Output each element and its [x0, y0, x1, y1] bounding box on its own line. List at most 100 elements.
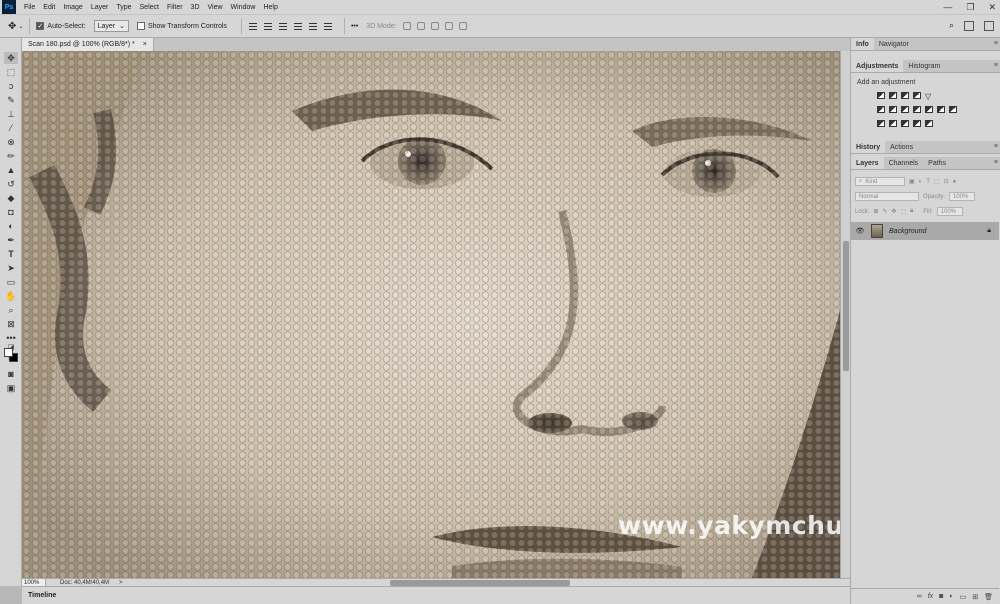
brush-tool-icon[interactable]: ✏: [4, 150, 18, 162]
filter-adjustment-icon[interactable]: ◐: [919, 179, 923, 185]
posterize-icon[interactable]: [889, 120, 897, 127]
crop-tool-icon[interactable]: ⊥: [4, 108, 18, 120]
align-right-icon[interactable]: [323, 22, 333, 31]
move-tool-icon[interactable]: ✥: [4, 52, 18, 64]
align-top-icon[interactable]: [248, 22, 258, 31]
tab-history[interactable]: History: [851, 141, 886, 153]
tab-channels[interactable]: Channels: [884, 157, 924, 169]
tab-histogram[interactable]: Histogram: [903, 60, 945, 72]
tab-paths[interactable]: Paths: [923, 157, 951, 169]
status-menu-arrow[interactable]: >: [119, 580, 123, 586]
workspace-icon[interactable]: [964, 20, 974, 31]
menu-select[interactable]: Select: [140, 4, 159, 11]
fx-icon[interactable]: fx: [928, 593, 933, 600]
quick-mask-icon[interactable]: ◙: [4, 368, 18, 380]
levels-icon[interactable]: [889, 92, 897, 99]
filter-toggle-icon[interactable]: ●: [953, 179, 957, 185]
visibility-eye-icon[interactable]: 👁︎: [855, 227, 865, 235]
mask-icon[interactable]: ◙: [939, 593, 943, 600]
vertical-scrollbar[interactable]: [840, 51, 850, 578]
layer-name[interactable]: Background: [889, 228, 926, 235]
menu-file[interactable]: File: [24, 4, 35, 11]
black-white-icon[interactable]: [901, 106, 909, 113]
menu-edit[interactable]: Edit: [43, 4, 55, 11]
auto-select-target-dropdown[interactable]: Layer ⌄: [93, 20, 129, 32]
tool-preset-chevron-icon[interactable]: ⌄: [18, 23, 23, 30]
filter-shape-icon[interactable]: ⬚: [934, 178, 940, 185]
auto-select-checkbox[interactable]: ✓: [36, 22, 45, 30]
channel-mixer-icon[interactable]: [925, 106, 933, 113]
move-tool-icon[interactable]: ✥: [8, 21, 16, 32]
lock-icon[interactable]: 🔒︎: [987, 227, 991, 235]
tab-adjustments[interactable]: Adjustments: [851, 60, 904, 72]
document-tab[interactable]: Scan 180.psd @ 100% (RGB/8*) * ×: [22, 38, 154, 51]
menu-image[interactable]: Image: [63, 4, 82, 11]
lasso-tool-icon[interactable]: ↄ: [4, 80, 18, 92]
close-icon[interactable]: ×: [143, 41, 147, 48]
quick-select-tool-icon[interactable]: ✎: [4, 94, 18, 106]
adjustment-layer-icon[interactable]: ◐: [949, 593, 953, 600]
panel-menu-icon[interactable]: ≡: [994, 159, 998, 166]
menu-filter[interactable]: Filter: [167, 4, 183, 11]
new-layer-icon[interactable]: ⊞: [972, 593, 978, 601]
screen-mode-icon[interactable]: ▣: [4, 382, 18, 394]
photo-filter-icon[interactable]: [913, 106, 921, 113]
eraser-tool-icon[interactable]: ◆: [4, 192, 18, 204]
foreground-color-swatch[interactable]: [4, 348, 13, 357]
layer-kind-filter[interactable]: ⌕ Kind: [855, 177, 905, 186]
opacity-field[interactable]: 100%: [949, 192, 976, 201]
vertical-scroll-thumb[interactable]: [843, 241, 849, 371]
grid-lookup-icon[interactable]: [949, 106, 957, 113]
show-transform-checkbox[interactable]: [136, 22, 145, 30]
align-left-icon[interactable]: [293, 22, 303, 31]
3d-orbit-icon[interactable]: [402, 22, 411, 30]
lock-pixels-icon[interactable]: ✎: [882, 208, 887, 215]
tab-layers[interactable]: Layers: [851, 157, 884, 169]
gradient-tool-icon[interactable]: ◘: [4, 206, 18, 218]
lock-all-icon[interactable]: 🔒︎: [910, 208, 913, 215]
curves-icon[interactable]: [901, 92, 909, 99]
3d-slide-icon[interactable]: [444, 22, 453, 30]
lock-transparent-icon[interactable]: ⊠: [873, 208, 878, 215]
menu-help[interactable]: Help: [263, 4, 277, 11]
tab-info[interactable]: Info: [851, 38, 874, 50]
history-brush-tool-icon[interactable]: ↺: [4, 178, 18, 190]
rectangle-tool-icon[interactable]: ▭: [4, 276, 18, 288]
trash-icon[interactable]: 🗑︎: [984, 593, 993, 601]
tab-navigator[interactable]: Navigator: [874, 38, 914, 50]
3d-pan-icon[interactable]: [430, 22, 439, 30]
healing-tool-icon[interactable]: ⊗: [4, 136, 18, 148]
menu-view[interactable]: View: [208, 4, 223, 11]
timeline-tab[interactable]: Timeline: [28, 592, 56, 599]
clone-stamp-tool-icon[interactable]: ▲: [4, 164, 18, 176]
fill-field[interactable]: 100%: [936, 207, 963, 216]
filter-smart-icon[interactable]: ⊡: [944, 178, 949, 185]
share-icon[interactable]: [984, 20, 994, 31]
marquee-tool-icon[interactable]: ⬚: [4, 66, 18, 78]
type-tool-icon[interactable]: T: [4, 248, 18, 260]
brightness-contrast-icon[interactable]: [877, 92, 885, 99]
lock-artboard-icon[interactable]: ⬚: [900, 208, 906, 215]
dodge-tool-icon[interactable]: ◐: [4, 220, 18, 232]
blend-mode-dropdown[interactable]: Normal: [855, 192, 919, 201]
layer-row-background[interactable]: 👁︎ Background 🔒︎: [851, 222, 999, 240]
tab-actions[interactable]: Actions: [885, 141, 918, 153]
selective-color-icon[interactable]: [925, 120, 933, 127]
close-button[interactable]: ✕: [988, 2, 996, 13]
lock-position-icon[interactable]: ✥: [891, 208, 896, 215]
menu-layer[interactable]: Layer: [91, 4, 109, 11]
3d-roll-icon[interactable]: [416, 22, 425, 30]
filter-type-icon[interactable]: T: [926, 179, 930, 185]
menu-window[interactable]: Window: [231, 4, 256, 11]
eyedropper-tool-icon[interactable]: ⁄: [4, 122, 18, 134]
path-select-tool-icon[interactable]: ➤: [4, 262, 18, 274]
more-options-icon[interactable]: •••: [351, 23, 358, 30]
pen-tool-icon[interactable]: ✒: [4, 234, 18, 246]
3d-scale-icon[interactable]: [458, 22, 467, 30]
folder-icon[interactable]: ▭: [960, 593, 967, 601]
menu-3d[interactable]: 3D: [191, 4, 200, 11]
minimize-button[interactable]: —: [943, 2, 952, 12]
invert-icon[interactable]: [877, 120, 885, 127]
panel-menu-icon[interactable]: ≡: [994, 143, 998, 150]
panel-menu-icon[interactable]: ≡: [994, 62, 998, 69]
